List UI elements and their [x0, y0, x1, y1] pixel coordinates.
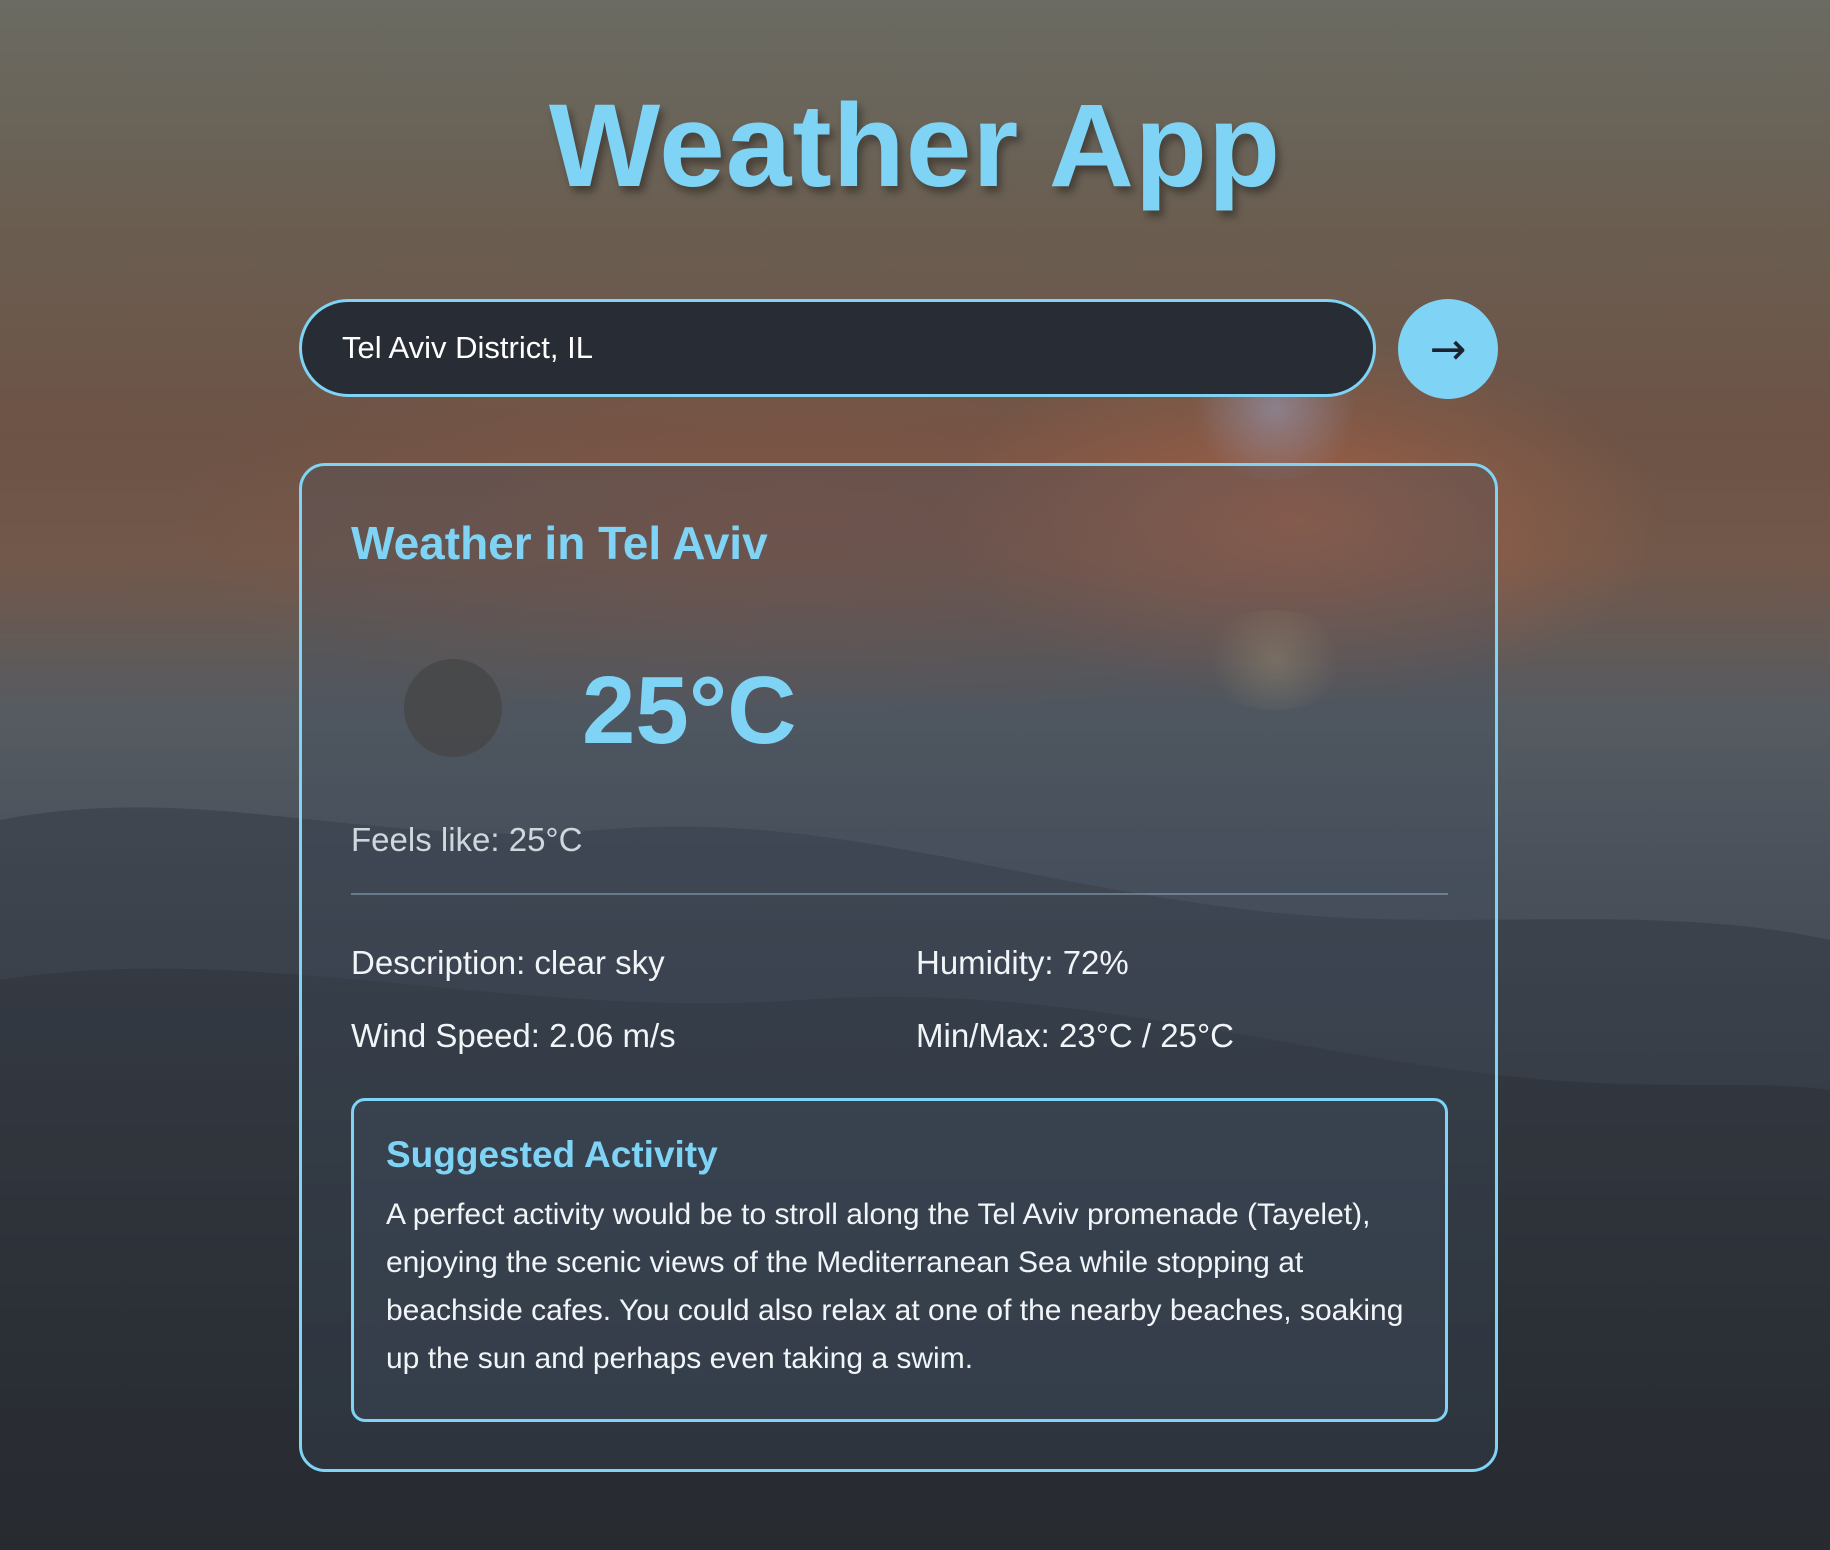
weather-heading: Weather in Tel Aviv	[351, 517, 768, 569]
suggested-activity-text: A perfect activity would be to stroll al…	[386, 1198, 1404, 1375]
feels-like: Feels like: 25°C	[351, 821, 583, 858]
wind-speed: Wind Speed: 2.06 m/s	[351, 1017, 676, 1054]
location-search-input[interactable]	[299, 299, 1376, 397]
temperature: 25°C	[582, 657, 797, 764]
min-max-temperature: Min/Max: 23°C / 25°C	[916, 1017, 1234, 1054]
search-bar: →	[299, 299, 1499, 399]
suggested-activity-box: Suggested Activity A perfect activity wo…	[351, 1098, 1448, 1422]
arrow-right-icon: →	[1429, 323, 1467, 375]
search-submit-button[interactable]: →	[1398, 299, 1498, 399]
weather-card: Weather in Tel Aviv 25°C Feels like: 25°…	[299, 463, 1498, 1472]
humidity: Humidity: 72%	[916, 944, 1129, 981]
divider	[351, 893, 1448, 895]
suggested-activity-heading: Suggested Activity	[386, 1134, 718, 1175]
weather-description: Description: clear sky	[351, 944, 665, 981]
weather-icon	[404, 659, 502, 757]
app-title: Weather App	[548, 80, 1282, 212]
